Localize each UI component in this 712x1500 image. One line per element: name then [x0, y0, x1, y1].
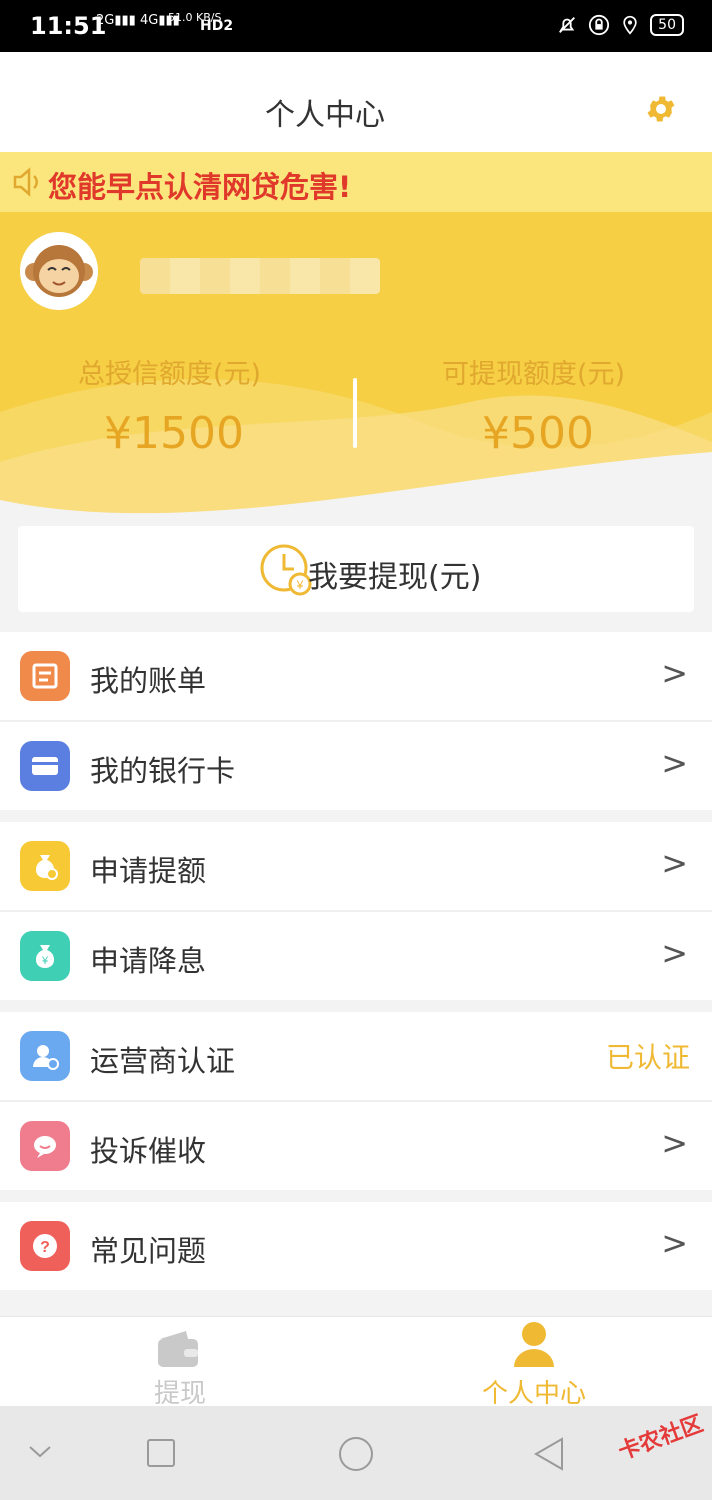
chevron-right-icon: >: [661, 1124, 688, 1162]
wallet-icon: [158, 1331, 198, 1367]
status-icons: 50: [556, 14, 684, 36]
verified-status: 已认证: [605, 1041, 690, 1074]
status-time: 11:51: [30, 12, 107, 40]
svg-text:?: ?: [40, 1239, 50, 1256]
bell-off-icon: [559, 17, 576, 33]
hd-badge: HD2: [200, 18, 234, 34]
menu-item-faq[interactable]: ? 常见问题 >: [0, 1202, 712, 1290]
notice-banner[interactable]: 您能早点认清网贷危害!: [0, 152, 712, 212]
tab-withdraw[interactable]: 提现: [60, 1317, 300, 1409]
user-verify-icon: [20, 1031, 70, 1081]
withdrawable-label: 可提现额度(元): [442, 359, 626, 390]
chevron-down-icon[interactable]: [28, 1444, 52, 1460]
menu-item-label: 申请降息: [90, 944, 207, 978]
menu-item-label: 我的银行卡: [90, 754, 236, 788]
svg-text:¥: ¥: [41, 955, 49, 967]
withdrawable-value: ¥500: [482, 408, 594, 459]
chat-icon: [20, 1121, 70, 1171]
total-credit-value: ¥1500: [104, 408, 244, 459]
menu-item-carrier-verification[interactable]: 运营商认证 已认证: [0, 1012, 712, 1100]
menu-item-label: 我的账单: [90, 664, 207, 698]
clock-yen-icon: ¥: [260, 544, 312, 596]
chevron-right-icon: >: [661, 744, 688, 782]
location-icon: [623, 15, 637, 35]
settings-gear-icon[interactable]: [644, 92, 678, 126]
battery-icon: 50: [650, 14, 684, 36]
menu-item-label: 常见问题: [90, 1234, 207, 1268]
back-icon[interactable]: [532, 1436, 566, 1472]
chevron-right-icon: >: [661, 1224, 688, 1262]
hero-divider: [353, 378, 357, 448]
tab-label: 个人中心: [481, 1379, 586, 1409]
total-credit-label: 总授信额度(元): [78, 359, 262, 390]
menu-item-complaint[interactable]: 投诉催收 >: [0, 1102, 712, 1190]
person-icon: [514, 1322, 554, 1367]
money-bag-yen-icon: ¥: [20, 931, 70, 981]
money-bag-icon: [20, 841, 70, 891]
question-icon: ?: [20, 1221, 70, 1271]
chevron-right-icon: >: [661, 934, 688, 972]
speaker-icon: [13, 167, 38, 197]
header: 个人中心: [0, 52, 712, 152]
menu-item-label: 申请提额: [90, 854, 207, 888]
bottom-tab-bar: 提现 个人中心: [0, 1316, 712, 1409]
withdraw-label: 我要提现(元): [308, 560, 482, 595]
bill-icon: [20, 651, 70, 701]
withdraw-button[interactable]: ¥ 我要提现(元): [18, 526, 694, 612]
bank-card-icon: [20, 741, 70, 791]
home-icon[interactable]: [338, 1436, 374, 1472]
menu-item-label: 投诉催收: [90, 1134, 207, 1168]
notice-text: 您能早点认清网贷危害!: [48, 170, 352, 204]
menu-item-reduce-interest[interactable]: ¥ 申请降息 >: [0, 912, 712, 1000]
credit-summary: 总授信额度(元) ¥1500 可提现额度(元) ¥500: [0, 212, 712, 520]
tab-label: 提现: [153, 1379, 206, 1409]
monkey-avatar-icon: [25, 245, 93, 297]
menu-item-bank-card[interactable]: 我的银行卡 >: [0, 722, 712, 810]
lock-icon: [589, 14, 610, 36]
svg-text:¥: ¥: [296, 578, 304, 592]
chevron-right-icon: >: [661, 654, 688, 692]
menu-item-raise-limit[interactable]: 申请提额 >: [0, 822, 712, 910]
page-title: 个人中心: [265, 98, 385, 133]
chevron-right-icon: >: [661, 844, 688, 882]
tab-profile[interactable]: 个人中心: [414, 1317, 654, 1409]
status-bar: 11:51 2G▮▮▮ 4G▮▮▮ 51.0 KB/S HD2 50: [0, 0, 712, 52]
username-blurred: [140, 258, 380, 294]
avatar[interactable]: [20, 232, 98, 310]
menu-item-label: 运营商认证: [90, 1044, 236, 1078]
recent-apps-icon[interactable]: [146, 1438, 176, 1468]
system-nav-bar: [0, 1406, 712, 1500]
menu-item-bills[interactable]: 我的账单 >: [0, 632, 712, 720]
